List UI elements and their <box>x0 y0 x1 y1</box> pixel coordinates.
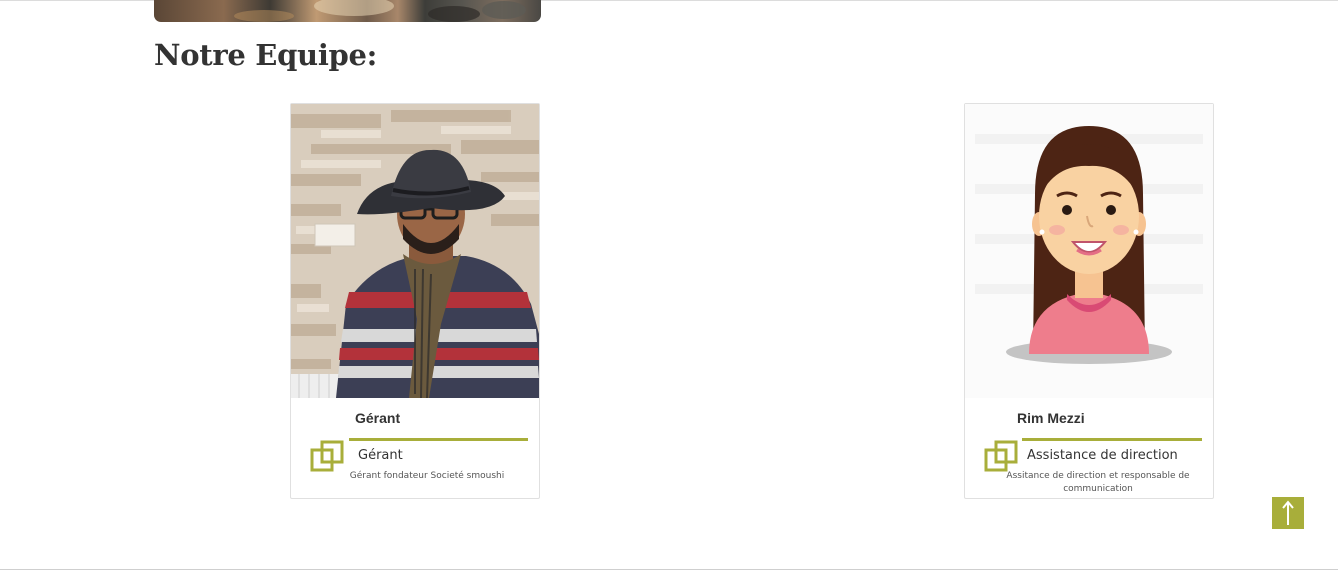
hero-image-bottom <box>154 0 541 22</box>
member-description: Assitance de direction et responsable de… <box>1006 471 1190 494</box>
arrow-up-icon <box>1282 500 1294 525</box>
team-member-card: Gérant Gérant Gérant fondateur Societé s… <box>290 103 540 499</box>
back-to-top-button[interactable] <box>1272 497 1304 529</box>
member-photo-image <box>291 104 539 398</box>
member-name: Gérant <box>355 410 401 426</box>
member-name: Rim Mezzi <box>1017 410 1085 426</box>
member-role: Assistance de direction <box>1027 448 1178 463</box>
member-role: Gérant <box>358 448 403 463</box>
accent-divider <box>1022 438 1202 441</box>
member-description: Gérant fondateur Societé smoushi <box>349 471 505 481</box>
accent-divider <box>349 438 528 441</box>
copy-squares-icon <box>984 440 1018 472</box>
member-photo <box>965 104 1213 398</box>
team-member-card: Rim Mezzi Assistance de direction Assita… <box>964 103 1214 499</box>
member-photo <box>291 104 539 398</box>
bottom-divider <box>0 569 1338 570</box>
page-title: Notre Equipe: <box>154 38 378 72</box>
member-avatar-illustration <box>965 104 1213 398</box>
copy-squares-icon <box>310 440 344 472</box>
